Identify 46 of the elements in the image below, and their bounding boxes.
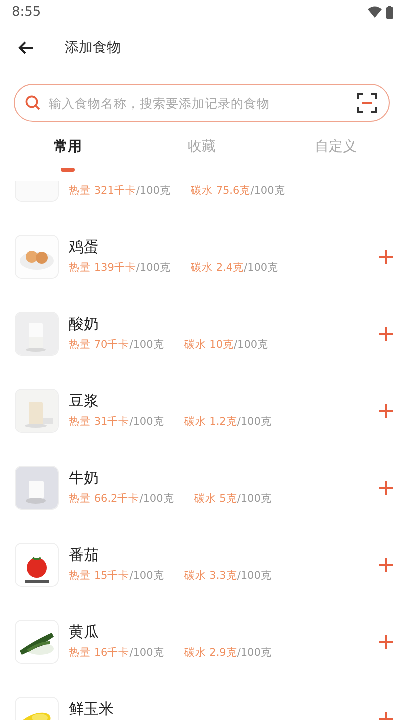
add-button[interactable] xyxy=(378,326,394,342)
add-button[interactable] xyxy=(378,403,394,419)
food-name: 鸡蛋 xyxy=(69,237,100,258)
carb-text: 碳水 3.3克/100克 xyxy=(184,569,272,583)
food-name: 酸奶 xyxy=(69,314,100,335)
page-title: 添加食物 xyxy=(65,39,121,57)
battery-icon xyxy=(386,6,394,18)
food-name: 豆浆 xyxy=(69,391,100,412)
plus-icon xyxy=(378,634,394,650)
add-button[interactable] xyxy=(378,480,394,496)
search-icon xyxy=(25,95,41,111)
carb-text: 碳水 10克/100克 xyxy=(184,338,269,352)
calorie-text: 热量 70千卡/100克 xyxy=(69,338,164,352)
wifi-icon xyxy=(368,6,382,18)
calorie-text: 热量 139千卡/100克 xyxy=(69,261,171,275)
carb-text: 碳水 75.6克/100克 xyxy=(190,184,286,198)
carb-text: 碳水 2.4克/100克 xyxy=(190,261,279,275)
search-field[interactable]: 输入食物名称，搜索要添加记录的食物 xyxy=(47,94,351,112)
tab-indicator xyxy=(61,168,75,172)
plus-icon xyxy=(378,480,394,496)
carb-text: 碳水 1.2克/100克 xyxy=(184,415,272,429)
search-bar[interactable]: 输入食物名称，搜索要添加记录的食物 xyxy=(14,84,390,122)
calorie-text: 热量 15千卡/100克 xyxy=(69,569,164,583)
tab[interactable]: 常用 xyxy=(1,138,135,178)
tab[interactable]: 收藏 xyxy=(135,138,269,178)
status-time: 8:55 xyxy=(12,4,42,20)
carb-text: 碳水 2.9克/100克 xyxy=(184,646,272,660)
back-button[interactable] xyxy=(17,39,35,57)
food-name: 鲜玉米 xyxy=(69,699,115,720)
calorie-text: 热量 31千卡/100克 xyxy=(69,415,164,429)
carb-text: 碳水 5克/100克 xyxy=(194,492,272,506)
calorie-text: 热量 66.2千卡/100克 xyxy=(69,492,174,506)
add-button[interactable] xyxy=(378,557,394,573)
plus-icon xyxy=(378,403,394,419)
scan-icon[interactable] xyxy=(357,93,377,113)
plus-icon xyxy=(378,249,394,265)
calorie-text: 热量 321千卡/100克 xyxy=(69,184,171,198)
plus-icon xyxy=(378,557,394,573)
food-name: 牛奶 xyxy=(69,468,100,489)
add-button[interactable] xyxy=(378,634,394,650)
tab[interactable]: 自定义 xyxy=(269,138,403,178)
plus-icon xyxy=(378,326,394,342)
food-name: 黄瓜 xyxy=(69,622,100,643)
calorie-text: 热量 16千卡/100克 xyxy=(69,646,164,660)
add-button[interactable] xyxy=(378,249,394,265)
food-name: 番茄 xyxy=(69,545,100,566)
